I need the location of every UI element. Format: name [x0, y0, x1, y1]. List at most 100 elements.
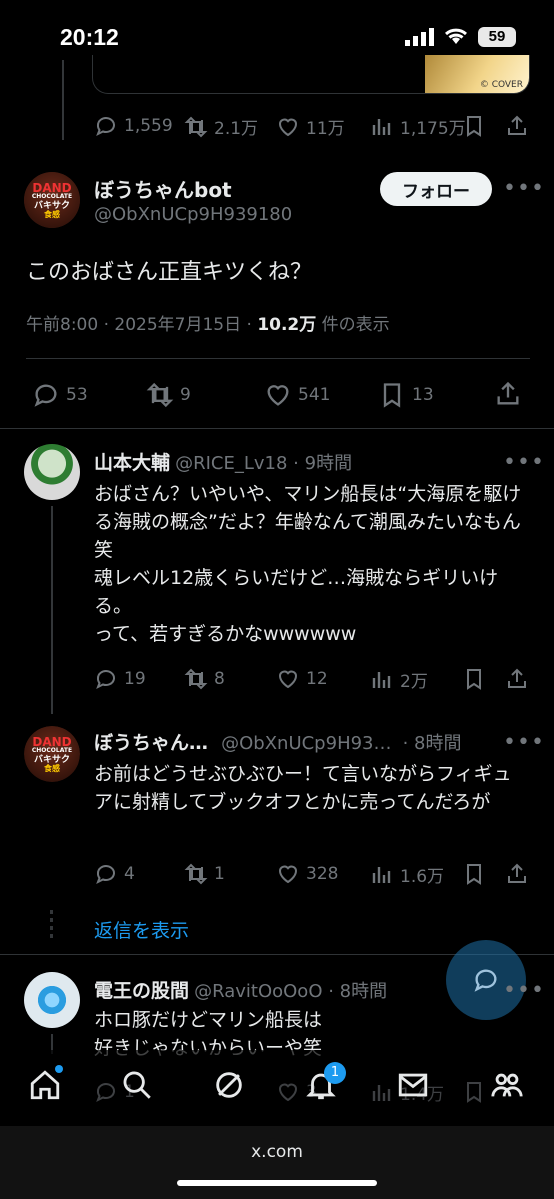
views-count: 2万 — [400, 672, 428, 692]
media-card[interactable]: © COVER — [92, 55, 530, 94]
home-unread-dot — [55, 1065, 63, 1073]
url-text[interactable]: x.com — [0, 1142, 554, 1162]
like-count: 328 — [306, 864, 339, 884]
retweet-icon — [184, 668, 208, 690]
like-button[interactable]: 328 — [276, 862, 338, 886]
display-name[interactable]: 山本大輔 — [94, 452, 170, 474]
search-icon[interactable] — [120, 1068, 154, 1102]
tweet-text: このおばさん正直キツくね？ — [26, 260, 313, 285]
divider — [26, 358, 530, 359]
battery-indicator: 59 — [478, 27, 516, 47]
retweet-button[interactable]: 1 — [184, 862, 225, 886]
share-icon[interactable] — [505, 667, 529, 691]
reply-button[interactable]: 4 — [94, 862, 135, 886]
media-credit: © COVER — [479, 80, 523, 90]
like-button[interactable]: 12 — [276, 667, 328, 691]
retweet-count: 8 — [214, 669, 225, 689]
display-name[interactable]: ぼうちゃん… — [94, 732, 208, 754]
like-count: 11万 — [306, 119, 345, 139]
retweet-icon — [184, 116, 208, 137]
reply-count: 19 — [124, 669, 146, 689]
browser-address-bar[interactable] — [0, 1126, 554, 1199]
thread-line — [51, 506, 53, 714]
reply-header: 電王の股間 @RavitOoOoO · 8時間 — [94, 976, 387, 1003]
more-options-icon[interactable]: ••• — [503, 176, 545, 201]
reply-text: おばさん？いやいや、マリン船長は“大海原を駆ける海賊の概念”だよ？年齢なんて潮風… — [94, 483, 522, 645]
notification-badge: 1 — [324, 1062, 346, 1084]
views-button[interactable]: 2万 — [370, 667, 428, 692]
bookmark-icon[interactable] — [462, 1080, 486, 1104]
bookmark-icon[interactable] — [462, 862, 486, 886]
reply-icon — [96, 117, 115, 137]
show-replies-link[interactable]: 返信を表示 — [94, 916, 189, 943]
reply-button[interactable]: 1,559 — [94, 114, 173, 138]
home-icon[interactable] — [28, 1068, 62, 1102]
more-options-icon[interactable]: ••• — [503, 450, 545, 475]
heart-icon — [278, 118, 298, 136]
avatar-logo-text: CHOCOLATE — [31, 746, 73, 754]
retweet-count: 1 — [214, 864, 225, 884]
avatar-logo-text: DAND — [32, 734, 72, 749]
grok-icon[interactable] — [212, 1068, 246, 1102]
bookmark-icon[interactable] — [462, 667, 486, 691]
avatar-logo-text: 食感 — [44, 209, 60, 219]
retweet-button[interactable]: 8 — [184, 667, 225, 691]
more-options-icon[interactable]: ••• — [503, 978, 545, 1003]
share-icon[interactable] — [494, 380, 522, 408]
like-button[interactable]: 11万 — [276, 114, 345, 139]
avatar-logo-text: CHOCOLATE — [31, 192, 73, 200]
heart-icon — [278, 865, 298, 884]
share-icon[interactable] — [505, 114, 529, 138]
thread-line — [62, 60, 64, 140]
like-count: 12 — [306, 669, 328, 689]
views-chart-icon — [372, 671, 391, 688]
reply-count: 53 — [66, 385, 88, 405]
post-time: · 8時間 — [402, 733, 462, 754]
thread-dots — [50, 910, 53, 940]
user-handle[interactable]: @RICE_Lv18 · 9時間 — [175, 453, 352, 474]
divider — [0, 428, 554, 429]
retweet-count: 2.1万 — [214, 119, 259, 139]
reply-button[interactable]: 53 — [32, 381, 88, 409]
retweet-icon — [146, 382, 174, 408]
reply-button[interactable]: 19 — [94, 667, 146, 691]
reply-header: ぼうちゃん… @ObXnUCp9H93… · 8時間 — [94, 728, 462, 755]
heart-icon — [278, 1083, 298, 1102]
user-handle[interactable]: @RavitOoOoO · 8時間 — [194, 981, 387, 1002]
like-button[interactable]: 541 — [264, 381, 330, 409]
views-button[interactable]: 1,175万 — [370, 114, 466, 139]
retweet-button[interactable]: 2.1万 — [184, 114, 258, 139]
avatar[interactable] — [24, 972, 80, 1028]
bookmark-button[interactable]: 13 — [378, 381, 434, 409]
communities-icon[interactable] — [490, 1068, 524, 1102]
views-button[interactable]: 1.6万 — [370, 862, 444, 887]
reply-count: 4 — [124, 864, 135, 884]
tweet-meta: 午前8:00 · 2025年7月15日 · 10.2万 件の表示 — [26, 310, 390, 335]
messages-icon[interactable] — [396, 1068, 430, 1102]
follow-button[interactable]: フォロー — [380, 172, 492, 206]
user-handle[interactable]: @ObXnUCp9H939180 — [94, 204, 292, 225]
more-options-icon[interactable]: ••• — [503, 730, 545, 755]
share-icon[interactable] — [505, 862, 529, 886]
bookmark-icon[interactable] — [462, 114, 486, 138]
display-name[interactable]: ぼうちゃんbot — [94, 174, 232, 203]
signal-icon — [405, 28, 435, 46]
status-time: 20:12 — [60, 24, 119, 50]
avatar-logo-text: 食感 — [44, 763, 60, 773]
views-count: 1,175万 — [400, 119, 466, 139]
retweet-icon — [184, 863, 208, 885]
wifi-icon — [443, 26, 469, 46]
retweet-button[interactable]: 9 — [146, 381, 191, 409]
avatar[interactable]: DAND CHOCOLATE バキサク 食感 — [24, 726, 80, 782]
home-indicator — [177, 1180, 377, 1186]
compose-icon — [472, 966, 500, 994]
display-name[interactable]: 電王の股間 — [94, 980, 189, 1002]
user-handle[interactable]: @ObXnUCp9H93… — [221, 733, 391, 754]
avatar[interactable]: DAND CHOCOLATE バキサク 食感 — [24, 172, 80, 228]
reply-icon — [96, 1083, 115, 1103]
tweet-timestamp[interactable]: 午前8:00 · 2025年7月15日 · — [26, 315, 252, 335]
view-label: 件の表示 — [321, 315, 390, 335]
views-count: 1.6万 — [400, 867, 445, 887]
avatar-logo-text: DAND — [32, 180, 72, 195]
avatar[interactable] — [24, 444, 80, 500]
